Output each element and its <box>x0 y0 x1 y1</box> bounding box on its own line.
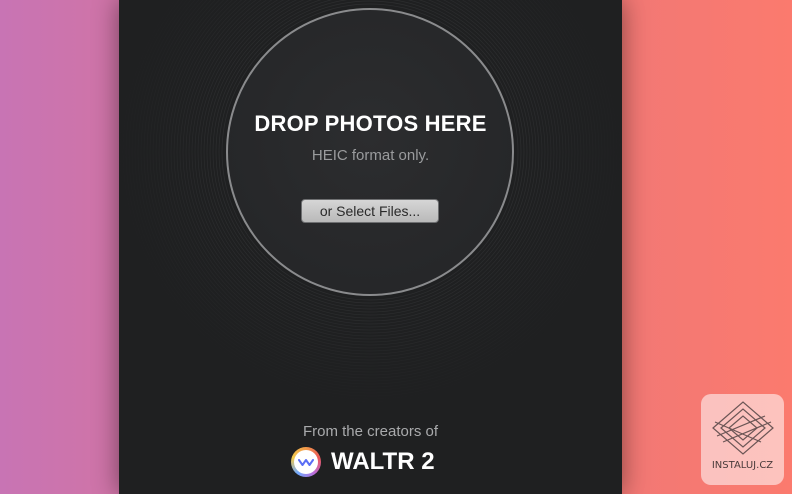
select-files-button[interactable]: or Select Files... <box>301 199 439 223</box>
app-window: DROP PHOTOS HERE HEIC format only. or Se… <box>119 0 622 494</box>
watermark-logo-icon <box>712 401 774 455</box>
product-name: WALTR 2 <box>331 448 435 475</box>
drop-zone-subtitle: HEIC format only. <box>311 147 430 164</box>
waltr-logo-icon <box>291 447 321 477</box>
drop-zone-title: DROP PHOTOS HERE <box>254 111 487 136</box>
waltr-link[interactable]: WALTR 2 <box>291 447 435 477</box>
watermark-text: INSTALUJ.CZ <box>711 460 774 471</box>
creators-text: From the creators of <box>302 423 439 440</box>
watermark-badge: INSTALUJ.CZ <box>701 394 784 485</box>
